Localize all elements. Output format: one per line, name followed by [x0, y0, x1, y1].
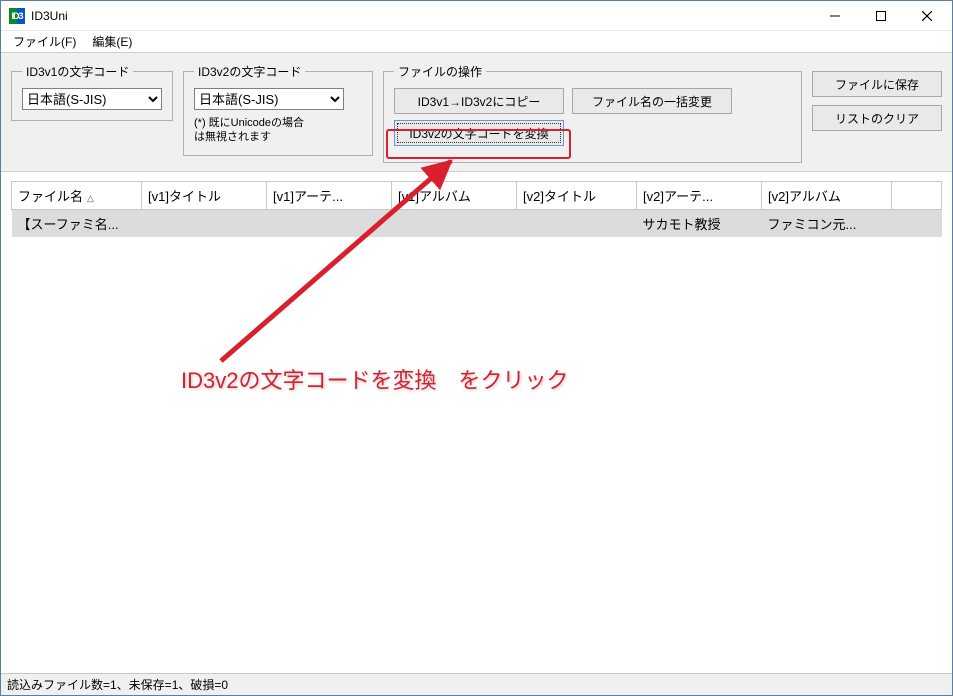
menu-file[interactable]: ファイル(F) — [5, 31, 84, 52]
menu-edit[interactable]: 編集(E) — [84, 31, 140, 52]
cell-v2-album: ファミコン元... — [762, 210, 892, 238]
save-to-file-button[interactable]: ファイルに保存 — [812, 71, 942, 97]
col-v2-album[interactable]: [v2]アルバム — [762, 182, 892, 210]
toolbar: ID3v1の文字コード 日本語(S-JIS) ID3v2の文字コード 日本語(S… — [1, 53, 952, 172]
id3v1-encoding-select[interactable]: 日本語(S-JIS) — [22, 88, 162, 110]
window-title: ID3Uni — [31, 9, 812, 23]
id3v2-note: (*) 既にUnicodeの場合 は無視されます — [194, 116, 362, 145]
column-header-row: ファイル名△ [v1]タイトル [v1]アーテ... [v1]アルバム [v2]… — [12, 182, 942, 210]
col-filename[interactable]: ファイル名△ — [12, 182, 142, 210]
file-list[interactable]: ファイル名△ [v1]タイトル [v1]アーテ... [v1]アルバム [v2]… — [11, 181, 942, 669]
cell-v1-artist — [267, 210, 392, 238]
minimize-icon — [830, 11, 840, 21]
group-file-operations: ファイルの操作 ID3v1→ID3v2にコピー ファイル名の一括変更 ID3v2… — [383, 63, 802, 163]
minimize-button[interactable] — [812, 2, 858, 30]
table-row[interactable]: 【スーファミ名... サカモト教授 ファミコン元... — [12, 210, 942, 238]
cell-filename: 【スーファミ名... — [12, 210, 142, 238]
copy-id3v1-to-id3v2-button[interactable]: ID3v1→ID3v2にコピー — [394, 88, 564, 114]
group-fileops-legend: ファイルの操作 — [394, 63, 486, 80]
statusbar: 読込みファイル数=1、未保存=1、破損=0 — [1, 673, 952, 695]
col-v2-artist[interactable]: [v2]アーテ... — [637, 182, 762, 210]
col-v1-album[interactable]: [v1]アルバム — [392, 182, 517, 210]
clear-list-button[interactable]: リストのクリア — [812, 105, 942, 131]
cell-v2-artist: サカモト教授 — [637, 210, 762, 238]
col-v1-title[interactable]: [v1]タイトル — [142, 182, 267, 210]
sort-asc-icon: △ — [87, 193, 94, 203]
cell-v1-album — [392, 210, 517, 238]
maximize-button[interactable] — [858, 2, 904, 30]
col-v1-artist[interactable]: [v1]アーテ... — [267, 182, 392, 210]
file-list-table: ファイル名△ [v1]タイトル [v1]アーテ... [v1]アルバム [v2]… — [11, 181, 942, 237]
id3v2-encoding-select[interactable]: 日本語(S-JIS) — [194, 88, 344, 110]
col-spacer — [892, 182, 942, 210]
group-id3v1-legend: ID3v1の文字コード — [22, 63, 133, 80]
app-icon: ID3 — [9, 8, 25, 24]
side-buttons: ファイルに保存 リストのクリア — [812, 63, 942, 131]
group-id3v2-encoding: ID3v2の文字コード 日本語(S-JIS) (*) 既にUnicodeの場合 … — [183, 63, 373, 156]
menubar: ファイル(F) 編集(E) — [1, 31, 952, 53]
maximize-icon — [876, 11, 886, 21]
titlebar: ID3 ID3Uni — [1, 1, 952, 31]
window-controls — [812, 2, 950, 30]
bulk-rename-button[interactable]: ファイル名の一括変更 — [572, 88, 732, 114]
group-id3v2-legend: ID3v2の文字コード — [194, 63, 305, 80]
status-text: 読込みファイル数=1、未保存=1、破損=0 — [7, 676, 228, 693]
col-v2-title[interactable]: [v2]タイトル — [517, 182, 637, 210]
cell-v2-title — [517, 210, 637, 238]
close-icon — [922, 11, 932, 21]
cell-v1-title — [142, 210, 267, 238]
convert-id3v2-encoding-button[interactable]: ID3v2の文字コードを変換 — [394, 120, 564, 146]
close-button[interactable] — [904, 2, 950, 30]
group-id3v1-encoding: ID3v1の文字コード 日本語(S-JIS) — [11, 63, 173, 121]
